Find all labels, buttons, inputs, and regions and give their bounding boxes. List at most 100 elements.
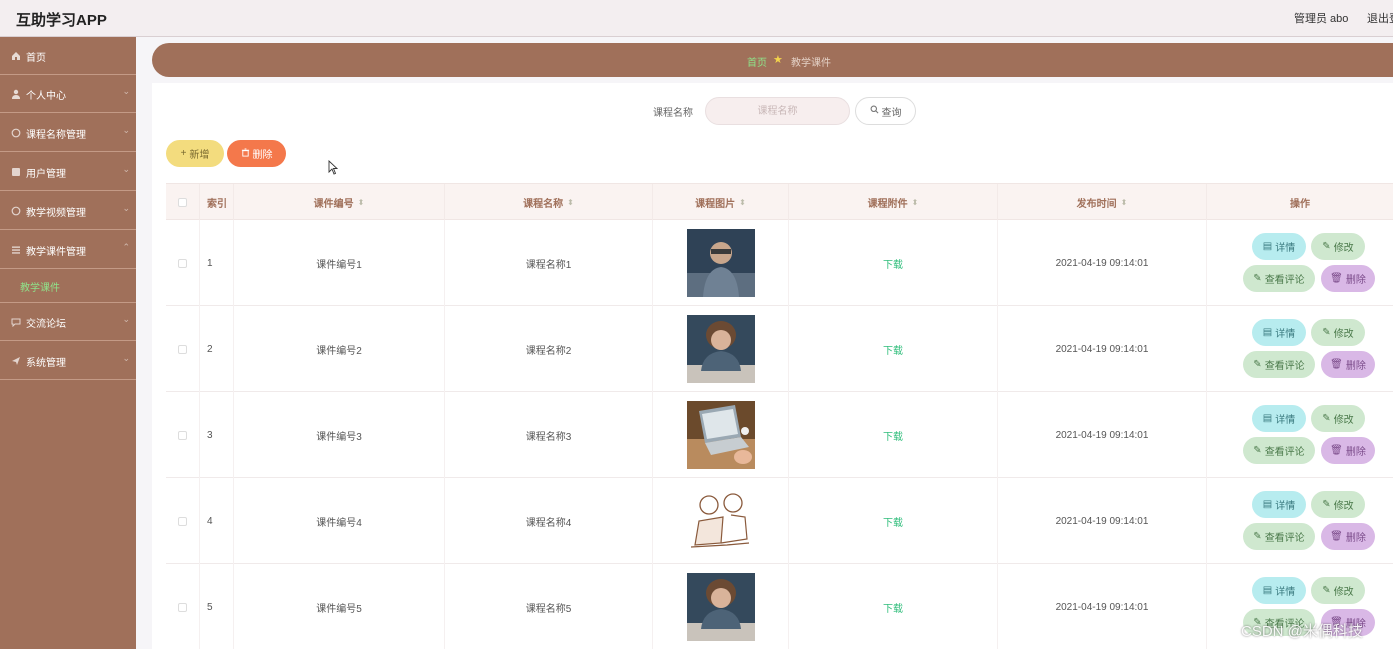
download-link[interactable]: 下载 — [883, 514, 903, 529]
detail-button[interactable]: ▤ 详情 — [1252, 405, 1306, 432]
row-checkbox[interactable] — [178, 516, 187, 526]
course-image-thumbnail[interactable] — [686, 315, 755, 383]
row-publish-time: 2021-04-19 09:14:01 — [998, 392, 1207, 478]
select-all-cell[interactable] — [166, 184, 200, 221]
edit-button[interactable]: ✎ 修改 — [1311, 405, 1365, 432]
row-checkbox[interactable] — [178, 258, 187, 268]
add-button[interactable]: + 新增 — [166, 140, 224, 167]
course-image-thumbnail[interactable] — [686, 229, 755, 297]
csdn-watermark: CSDN @米偶科技 — [1241, 623, 1363, 640]
add-button-label: 新增 — [189, 150, 210, 161]
row-checkbox[interactable] — [178, 430, 187, 440]
sidebar-item-courseware-management[interactable]: 教学课件管理 ⌃ — [0, 231, 136, 269]
document-icon: ▤ — [1262, 413, 1273, 424]
column-header-course-name[interactable]: 课程名称 ⬍ — [445, 184, 653, 221]
view-comments-button[interactable]: ✎ 查看评论 — [1243, 351, 1315, 378]
pencil-icon: ✎ — [1322, 327, 1331, 338]
chevron-down-icon: ⌄ — [122, 203, 130, 213]
row-course-name: 课程名称5 — [445, 564, 653, 649]
row-delete-button[interactable]: 🗑 删除 — [1321, 523, 1375, 550]
chevron-up-icon: ⌃ — [122, 242, 130, 252]
download-link[interactable]: 下载 — [883, 428, 903, 443]
breadcrumb-home[interactable]: 首页 — [747, 54, 767, 69]
document-icon: ▤ — [1262, 585, 1273, 596]
row-publish-time: 2021-04-19 09:14:01 — [998, 306, 1207, 392]
row-select-cell[interactable] — [166, 478, 200, 564]
send-icon — [10, 355, 21, 366]
sort-icon: ⬍ — [357, 198, 365, 207]
sidebar-subitem-courseware[interactable]: 教学课件 — [0, 269, 136, 303]
edit-button[interactable]: ✎ 修改 — [1311, 577, 1365, 604]
table-header: 索引 课件编号 ⬍ 课程名称 ⬍ 课程图片 ⬍ 课程附件 ⬍ 发布时间 ⬍ 操作 — [166, 183, 1393, 221]
row-delete-button[interactable]: 🗑 删除 — [1321, 265, 1375, 292]
row-select-cell[interactable] — [166, 392, 200, 478]
batch-delete-button[interactable]: 删除 — [227, 140, 286, 167]
table-row: 3 课件编号3 课程名称3 下载 2021-04-19 09:14:01 ▤ 详情… — [166, 392, 1393, 478]
trash-icon: 🗑 — [1330, 359, 1343, 370]
detail-button[interactable]: ▤ 详情 — [1252, 233, 1306, 260]
sidebar-item-course-name-management[interactable]: 课程名称管理 ⌄ — [0, 114, 136, 152]
search-icon — [870, 105, 879, 117]
edit-button[interactable]: ✎ 修改 — [1311, 319, 1365, 346]
trash-icon — [241, 147, 250, 160]
query-button-label: 查询 — [881, 107, 902, 119]
course-image-thumbnail[interactable] — [686, 573, 755, 641]
search-label: 课程名称 — [653, 108, 693, 119]
detail-button[interactable]: ▤ 详情 — [1252, 577, 1306, 604]
table-row: 1 课件编号1 课程名称1 下载 2021-04-19 09:14:01 ▤ 详情… — [166, 220, 1393, 306]
sidebar-item-system-management[interactable]: 系统管理 ⌄ — [0, 342, 136, 380]
view-comments-button[interactable]: ✎ 查看评论 — [1243, 523, 1315, 550]
table-row: 5 课件编号5 课程名称5 下载 2021-04-19 09:14:01 ▤ 详情… — [166, 564, 1393, 649]
chevron-down-icon: ⌄ — [122, 164, 130, 174]
sort-icon: ⬍ — [567, 198, 574, 207]
row-select-cell[interactable] — [166, 564, 200, 649]
circle-icon — [10, 127, 21, 138]
download-link[interactable]: 下载 — [883, 342, 903, 357]
edit-button[interactable]: ✎ 修改 — [1311, 491, 1365, 518]
row-select-cell[interactable] — [166, 306, 200, 392]
column-header-attachment[interactable]: 课程附件 ⬍ — [789, 184, 998, 221]
sidebar-item-home[interactable]: 首页 — [0, 37, 136, 75]
view-comments-button[interactable]: ✎ 查看评论 — [1243, 265, 1315, 292]
sidebar-item-forum[interactable]: 交流论坛 ⌄ — [0, 303, 136, 341]
query-button[interactable]: 查询 — [855, 97, 916, 125]
column-header-code[interactable]: 课件编号 ⬍ — [234, 184, 445, 221]
edit-button[interactable]: ✎ 修改 — [1311, 233, 1365, 260]
column-header-course-image[interactable]: 课程图片 ⬍ — [653, 184, 789, 221]
grid-icon — [10, 166, 21, 177]
sidebar-item-user-management[interactable]: 用户管理 ⌄ — [0, 153, 136, 191]
sidebar-item-personal-center[interactable]: 个人中心 ⌄ — [0, 75, 136, 113]
detail-button[interactable]: ▤ 详情 — [1252, 319, 1306, 346]
download-link[interactable]: 下载 — [883, 256, 903, 271]
row-checkbox[interactable] — [178, 344, 187, 354]
user-icon — [10, 88, 21, 99]
course-image-thumbnail[interactable] — [686, 487, 755, 555]
row-actions: ▤ 详情 ✎ 修改 ✎ 查看评论 🗑 删除 — [1207, 478, 1393, 564]
row-delete-button[interactable]: 🗑 删除 — [1321, 437, 1375, 464]
row-course-name: 课程名称1 — [445, 220, 653, 306]
row-code: 课件编号1 — [234, 220, 445, 306]
sidebar-item-teaching-video-management[interactable]: 教学视频管理 ⌄ — [0, 192, 136, 230]
row-course-name: 课程名称4 — [445, 478, 653, 564]
top-bar — [0, 0, 1393, 37]
course-image-thumbnail[interactable] — [686, 401, 755, 469]
row-delete-button[interactable]: 🗑 删除 — [1321, 351, 1375, 378]
download-link[interactable]: 下载 — [883, 600, 903, 615]
chat-icon — [10, 316, 21, 327]
sidebar-item-label: 系统管理 — [26, 358, 66, 369]
pencil-icon: ✎ — [1253, 359, 1262, 370]
column-header-publish-time[interactable]: 发布时间 ⬍ — [998, 184, 1207, 221]
row-image-cell — [653, 392, 789, 478]
sidebar-item-label: 首页 — [26, 53, 46, 64]
row-select-cell[interactable] — [166, 220, 200, 306]
list-icon — [10, 244, 21, 255]
view-comments-button[interactable]: ✎ 查看评论 — [1243, 437, 1315, 464]
select-all-checkbox[interactable] — [178, 198, 187, 207]
detail-button[interactable]: ▤ 详情 — [1252, 491, 1306, 518]
logout-link[interactable]: 退出登录 — [1367, 10, 1393, 26]
row-index: 4 — [200, 478, 234, 564]
chevron-down-icon: ⌄ — [122, 125, 130, 135]
trash-icon: 🗑 — [1330, 531, 1343, 542]
row-checkbox[interactable] — [178, 602, 187, 612]
course-name-search-input[interactable] — [705, 97, 850, 125]
